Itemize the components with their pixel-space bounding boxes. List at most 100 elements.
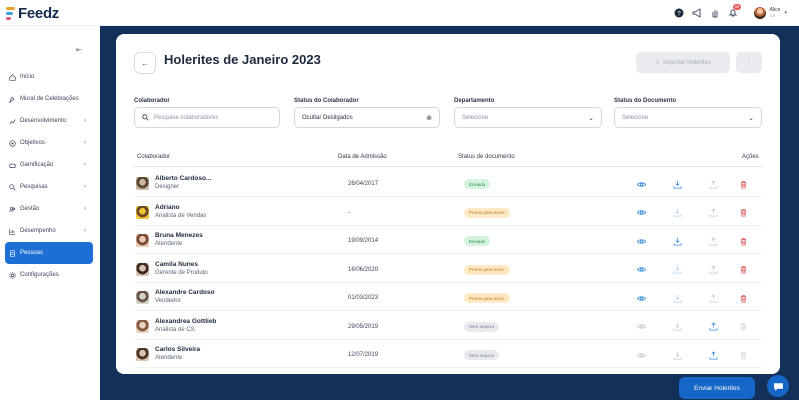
document-icon (9, 249, 16, 257)
download-icon[interactable] (672, 208, 682, 218)
collaborator-status-label: Status do Colaborador (294, 98, 359, 104)
collaborator-status-select[interactable]: Ocultar Desligados ⊗ (294, 107, 440, 128)
people-icon (9, 206, 16, 213)
import-payslips-button[interactable]: ⇪ Importar Holerites (636, 52, 730, 73)
collaborator-name[interactable]: Alberto Cardoso... (155, 175, 211, 182)
document-status-placeholder: Selecione (622, 114, 649, 121)
download-icon[interactable] (672, 236, 682, 246)
department-placeholder: Selecione (462, 114, 489, 121)
collaborator-name[interactable]: Alexandre Cardoso (155, 289, 215, 296)
document-status-select[interactable]: Selecione ⌄ (614, 107, 762, 128)
sidebar-item-label: Gamificação (20, 162, 54, 168)
collaborator-search-placeholder: Pesquise colaboradores (154, 114, 219, 121)
admission-date: 29/05/2019 (348, 323, 379, 330)
sidebar-item-desempenho[interactable]: Desempenho › (5, 220, 93, 242)
header-divider (134, 166, 762, 167)
download-icon[interactable] (672, 265, 682, 275)
view-eye-icon[interactable] (636, 179, 646, 189)
avatar (136, 262, 149, 276)
chevron-right-icon: › (84, 162, 86, 168)
document-status-label: Status do Documento (614, 98, 677, 104)
collaborator-role: Analista de CS (155, 326, 195, 333)
chart-icon (9, 228, 16, 235)
view-eye-icon[interactable] (636, 208, 646, 218)
upload-icon[interactable] (708, 350, 718, 360)
table-row: Alberto Cardoso... Designer 26/04/2017 Envi… (134, 170, 762, 197)
view-eye-icon[interactable] (636, 265, 646, 275)
sidebar-item-label: Início (20, 74, 35, 80)
chevron-down-icon: ⌄ (588, 114, 594, 122)
sidebar-item-label: Mural de Celebrações (20, 96, 79, 102)
download-icon[interactable] (672, 293, 682, 303)
collaborator-name[interactable]: Carlos Silveira (155, 346, 200, 353)
table-row: Camila Nunes Gerente de Produto 16/06/2020… (134, 256, 762, 283)
chevron-right-icon: › (84, 184, 86, 190)
back-button[interactable]: ← (134, 52, 156, 74)
sidebar-item-gestao[interactable]: Gestão › (5, 198, 93, 220)
sidebar-item-label: Configurações (20, 272, 59, 278)
help-icon[interactable]: ? (674, 8, 684, 18)
avatar (136, 205, 149, 219)
caret-down-icon: ▾ (784, 10, 787, 16)
chat-button[interactable] (767, 375, 789, 397)
admission-date: 12/07/2019 (348, 352, 379, 358)
collapse-sidebar-icon[interactable]: ⇤ (76, 46, 82, 54)
sidebar-item-gamificacao[interactable]: Gamificação › (5, 154, 93, 176)
sidebar-item-inicio[interactable]: Início (5, 66, 93, 88)
collaborator-name[interactable]: Adriano (155, 204, 180, 211)
trash-icon[interactable] (738, 208, 748, 218)
view-eye-icon[interactable] (636, 236, 646, 246)
hand-icon[interactable] (710, 8, 720, 18)
table-row: Alexandre Cardoso Vendedor 01/03/2023 Pront… (134, 284, 762, 311)
sidebar-item-desenvolvimento[interactable]: Desenvolvimento › (5, 110, 93, 132)
admission-date: 26/04/2017 (348, 181, 379, 187)
collaborator-name[interactable]: Bruna Menezes (155, 232, 203, 239)
download-icon (672, 322, 682, 332)
more-icon: ⋮ (745, 59, 753, 67)
upload-icon: ⇪ (655, 60, 661, 66)
more-options-button[interactable]: ⋮ (736, 52, 762, 73)
celebration-icon (9, 96, 16, 103)
upload-icon (708, 208, 718, 218)
collaborator-name[interactable]: Camila Nunes (155, 261, 198, 268)
sidebar-item-pesquisas[interactable]: Pesquisas › (5, 176, 93, 198)
collaborator-role: Gerente de Produto (155, 269, 208, 276)
collaborator-status-value: Ocultar Desligados (302, 114, 353, 121)
home-icon (9, 73, 16, 81)
development-icon (9, 118, 16, 125)
collaborator-name[interactable]: Alexandrea Gottlieb (155, 318, 216, 325)
chevron-right-icon: › (84, 140, 86, 146)
view-eye-icon[interactable] (636, 293, 646, 303)
admission-date: 19/09/2014 (348, 238, 379, 244)
admission-date: 01/03/2023 (348, 295, 379, 301)
department-select[interactable]: Selecione ⌄ (454, 107, 602, 128)
trash-icon[interactable] (738, 293, 748, 303)
sidebar-item-objetivos[interactable]: Objetivos › (5, 132, 93, 154)
collaborator-role: Analista de Vendas (155, 212, 207, 219)
sidebar-item-mural-de-celebracoes[interactable]: Mural de Celebrações (5, 88, 93, 110)
user-menu[interactable]: Alice CS ▾ (753, 7, 787, 19)
admission-date: - (348, 209, 350, 216)
sidebar-item-label: Objetivos (20, 140, 46, 146)
trash-icon[interactable] (738, 236, 748, 246)
notification-bell-icon[interactable]: 99 (728, 4, 742, 18)
megaphone-icon[interactable] (692, 8, 702, 18)
upload-icon[interactable] (708, 322, 718, 332)
send-payslips-button[interactable]: Enviar Holerites (679, 377, 755, 399)
status-badge: Enviado (464, 236, 491, 246)
column-header-admission: Data de Admissão (338, 154, 387, 160)
payslips-card: ← Holerites de Janeiro 2023 ⇪ Importar H… (116, 34, 780, 374)
feedz-logo[interactable]: Feedz (6, 3, 59, 23)
download-icon[interactable] (672, 179, 682, 189)
trash-icon[interactable] (738, 179, 748, 189)
clear-icon[interactable]: ⊗ (426, 114, 432, 122)
sidebar-item-pessoas[interactable]: Pessoas (5, 242, 93, 264)
status-badge: Sem arquivo (464, 350, 500, 360)
avatar (136, 177, 149, 190)
column-header-actions: Ações (742, 154, 759, 160)
trash-icon[interactable] (738, 265, 748, 275)
avatar (136, 234, 149, 247)
sidebar-item-configuracoes[interactable]: Configurações (5, 264, 93, 286)
collaborator-search-input[interactable]: Pesquise colaboradores (134, 107, 280, 128)
column-header-collaborator: Colaborador (137, 154, 171, 160)
